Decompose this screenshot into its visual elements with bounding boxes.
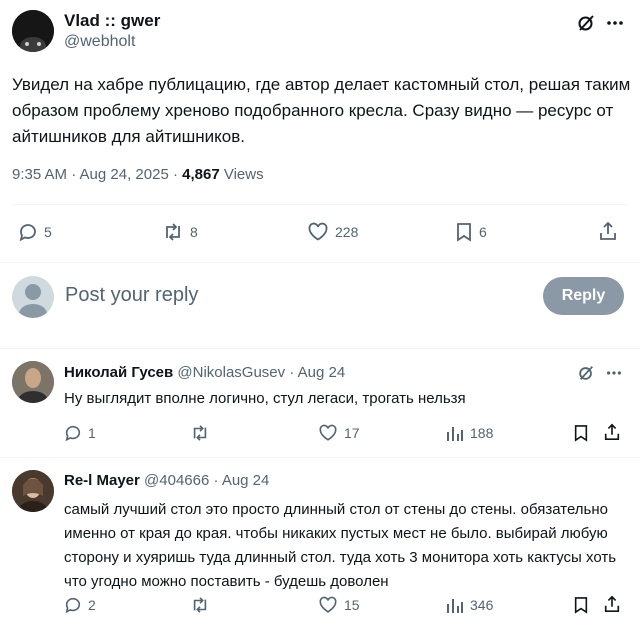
like-button[interactable]: 15: [318, 596, 360, 614]
divider: [12, 204, 628, 205]
heart-icon: [308, 222, 328, 241]
reply-icon: [65, 597, 81, 614]
reply-submit-button[interactable]: Reply: [543, 277, 624, 315]
like-button[interactable]: 228: [307, 222, 358, 242]
reply-button[interactable]: 1: [64, 424, 96, 442]
divider: [0, 457, 640, 458]
main-tweet-author-handle[interactable]: @webholt: [64, 33, 135, 51]
analytics-icon: [447, 599, 463, 613]
repost-button[interactable]: [190, 596, 210, 614]
reply-count: 2: [88, 597, 96, 613]
heart-icon: [319, 596, 337, 613]
bookmark-icon: [457, 223, 471, 242]
analytics-icon: [447, 427, 463, 441]
like-count: 228: [335, 224, 359, 240]
reply-icon: [19, 224, 36, 242]
reply-header: Re-l Mayer @404666 · Aug 24: [64, 472, 269, 489]
main-tweet-avatar[interactable]: [12, 10, 54, 52]
share-icon: [600, 221, 616, 240]
reply-author-name[interactable]: Re-l Mayer: [64, 472, 140, 489]
main-tweet-time[interactable]: 9:35 AM · Aug 24, 2025 ·: [12, 166, 182, 183]
reply-button[interactable]: 2: [64, 596, 96, 614]
reply-avatar[interactable]: [12, 361, 54, 403]
reply-count: 5: [44, 224, 52, 240]
reply-meta[interactable]: @404666 · Aug 24: [144, 472, 269, 489]
views-count: 4,867: [182, 166, 220, 183]
views-button[interactable]: 188: [446, 424, 493, 442]
share-button[interactable]: [603, 595, 621, 613]
like-count: 17: [344, 425, 360, 441]
reply-meta[interactable]: @NikolasGusev · Aug 24: [177, 364, 345, 381]
repost-count: 8: [190, 224, 198, 240]
share-icon: [604, 423, 620, 441]
views-button[interactable]: 346: [446, 596, 493, 614]
repost-icon: [193, 597, 207, 613]
bookmark-icon: [574, 425, 588, 442]
share-button[interactable]: [603, 423, 621, 441]
reply-input[interactable]: Post your reply: [65, 284, 198, 307]
composer-avatar: [12, 276, 54, 318]
divider: [0, 262, 640, 263]
main-tweet-author-name[interactable]: Vlad :: gwer: [64, 11, 160, 31]
bookmark-button[interactable]: [573, 424, 589, 442]
bookmark-icon: [574, 597, 588, 614]
share-button[interactable]: [598, 221, 618, 241]
reply-text: самый лучший стол это просто длинный сто…: [64, 501, 617, 590]
grok-icon[interactable]: [576, 13, 596, 33]
reply-author-name[interactable]: Николай Гусев: [64, 364, 173, 381]
share-icon: [604, 595, 620, 613]
reply-avatar[interactable]: [12, 470, 54, 512]
views-label: Views: [219, 166, 264, 183]
bookmark-button[interactable]: 6: [455, 222, 487, 242]
views-count: 188: [470, 425, 494, 441]
bookmark-count: 6: [479, 224, 487, 240]
repost-icon: [166, 223, 180, 241]
reply-count: 1: [88, 425, 96, 441]
like-button[interactable]: 17: [318, 424, 360, 442]
more-options-icon[interactable]: [605, 364, 623, 382]
repost-icon: [193, 425, 207, 441]
reply-icon: [65, 425, 81, 442]
more-options-icon[interactable]: [605, 13, 625, 33]
heart-icon: [319, 424, 337, 441]
reply-text: Ну выглядит вполне логично, стул легаси,…: [64, 390, 466, 407]
main-tweet-text: Увидел на хабре публицацию, где автор де…: [12, 75, 631, 146]
reply-button[interactable]: 5: [18, 222, 52, 242]
repost-button[interactable]: 8: [162, 222, 198, 242]
grok-icon[interactable]: [577, 364, 595, 382]
reply-submit-label: Reply: [561, 287, 606, 304]
reply-header: Николай Гусев @NikolasGusev · Aug 24: [64, 364, 345, 381]
divider: [0, 348, 640, 349]
bookmark-button[interactable]: [573, 596, 589, 614]
views-count: 346: [470, 597, 494, 613]
main-tweet-meta: 9:35 AM · Aug 24, 2025 · 4,867 Views: [12, 166, 264, 183]
repost-button[interactable]: [190, 424, 210, 442]
like-count: 15: [344, 597, 360, 613]
